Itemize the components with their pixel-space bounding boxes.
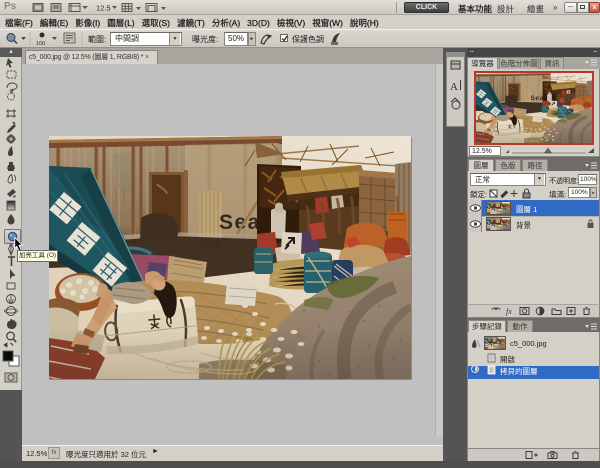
svg-text:12.5: 12.5 (96, 4, 111, 13)
svg-text:100: 100 (36, 41, 45, 47)
svg-text:A: A (450, 81, 458, 93)
svg-text:fx: fx (506, 307, 512, 316)
